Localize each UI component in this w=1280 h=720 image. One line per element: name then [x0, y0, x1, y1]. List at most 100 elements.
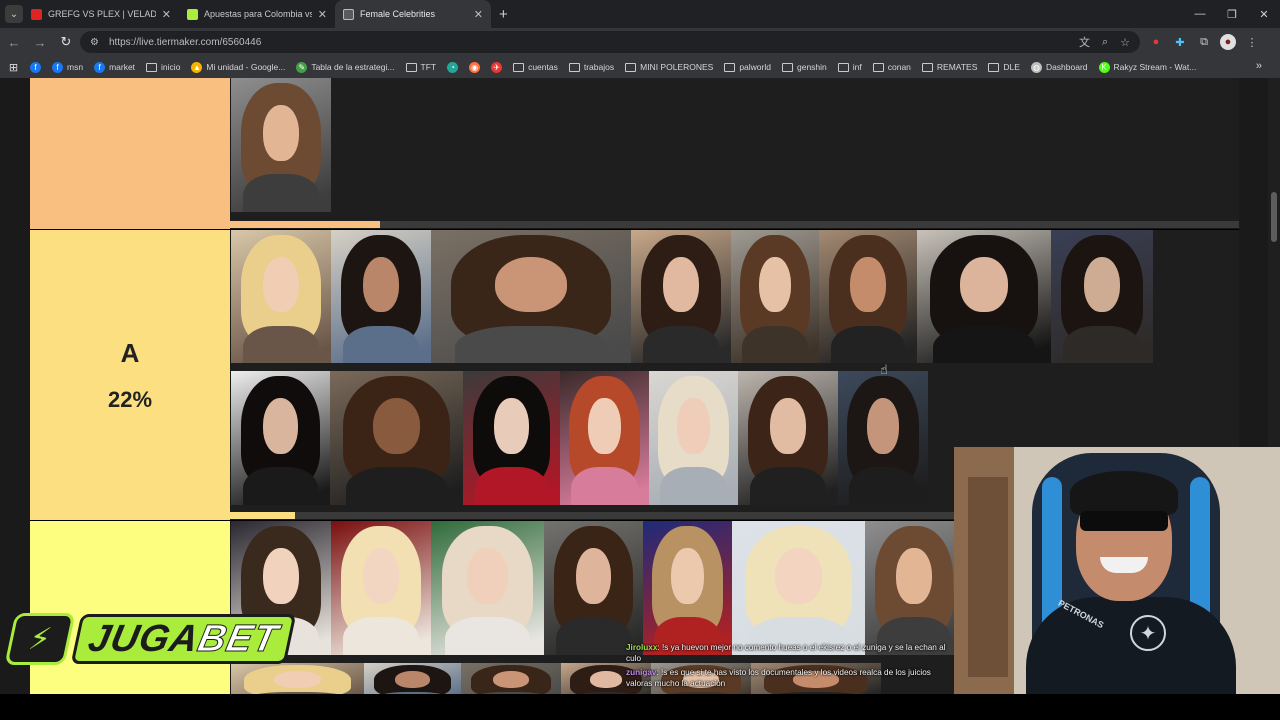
tft-icon: ◔	[447, 61, 459, 73]
celebrity-photo[interactable]	[631, 230, 731, 363]
celebrity-photo[interactable]	[330, 371, 463, 505]
record-extension-icon[interactable]: ●	[1148, 34, 1164, 50]
celebrity-photo[interactable]	[560, 371, 649, 505]
site-info-icon[interactable]: ⚙	[90, 37, 99, 48]
tab-title: Female Celebrities	[360, 9, 436, 19]
tab-1[interactable]: Apuestas para Colombia vs Francia ✕	[179, 0, 335, 28]
menu-icon[interactable]: ⋮	[1244, 34, 1260, 50]
celebrity-photo[interactable]	[231, 78, 331, 212]
bookmark-item[interactable]: ✈	[491, 61, 503, 73]
bookmarks-bar: ⊞ f f msn f market inicio ▲ Mi unidad - Google.…	[0, 56, 1280, 78]
celebrity-photo[interactable]	[731, 230, 819, 363]
tampermonkey-icon[interactable]: ✚	[1172, 34, 1188, 50]
minimize-icon[interactable]: —	[1184, 0, 1216, 28]
scrollbar-thumb[interactable]	[1271, 192, 1277, 242]
bookmark-item[interactable]: f	[30, 61, 41, 73]
folder-icon	[568, 62, 580, 72]
orange-app-icon: ◉	[469, 61, 481, 73]
bookmark-item[interactable]: ◉	[469, 61, 481, 73]
scrollbar-thumb[interactable]	[230, 221, 380, 228]
tier-label[interactable]: A 22%	[30, 230, 230, 520]
close-icon[interactable]: ✕	[474, 8, 483, 21]
restore-icon[interactable]: ❐	[1216, 0, 1248, 28]
celebrity-photo[interactable]	[331, 230, 431, 363]
bookmark-label: cuentas	[528, 62, 558, 72]
address-bar[interactable]: ⚙ https://live.tiermaker.com/6560446 文 ⌕…	[80, 31, 1140, 53]
tab-title: GREFG VS PLEX | VELADA DEL AÑO	[48, 9, 156, 19]
bookmark-item[interactable]: conan	[872, 62, 911, 72]
celebrity-photo[interactable]	[1051, 230, 1153, 363]
facebook-icon: f	[52, 61, 63, 73]
tier-label[interactable]	[30, 521, 230, 694]
bookmark-item[interactable]: TFT	[405, 62, 436, 72]
celebrity-photo[interactable]	[865, 521, 963, 655]
close-icon[interactable]: ✕	[318, 8, 327, 21]
celebrity-photo[interactable]	[431, 230, 631, 363]
celebrity-photo[interactable]	[738, 371, 838, 505]
tier-scrollbar[interactable]	[230, 221, 1239, 228]
close-icon[interactable]: ✕	[162, 8, 171, 21]
bookmark-item[interactable]: inicio	[146, 62, 180, 72]
bookmark-item[interactable]: f market	[94, 61, 136, 73]
celebrity-photo[interactable]	[461, 663, 561, 694]
bookmark-label: Tabla de la estrategi...	[311, 62, 395, 72]
celebrity-photo[interactable]	[231, 230, 331, 363]
celebrity-photo[interactable]	[643, 521, 732, 655]
tier-percent: 22%	[107, 386, 153, 412]
bookmark-item[interactable]: ◍ Dashboard	[1030, 61, 1088, 73]
folder-icon	[837, 62, 849, 72]
chevron-right-icon[interactable]: »	[1256, 60, 1262, 72]
celebrity-photo[interactable]	[838, 371, 928, 505]
bookmark-item[interactable]: REMATES	[921, 62, 977, 72]
bookmark-item[interactable]: f msn	[52, 61, 83, 73]
folder-icon	[724, 62, 736, 72]
brand-left: JUGA	[84, 617, 204, 660]
celebrity-photo[interactable]	[431, 521, 544, 655]
celebrity-photo[interactable]	[917, 230, 1051, 363]
bookmark-item[interactable]: cuentas	[513, 62, 558, 72]
tab-2[interactable]: Female Celebrities ✕	[335, 0, 491, 28]
celebrity-photo[interactable]	[231, 371, 330, 505]
scrollbar-thumb[interactable]	[230, 512, 295, 519]
folder-icon	[625, 62, 637, 72]
zoom-icon[interactable]: ⌕	[1102, 36, 1108, 49]
bookmark-label: inicio	[161, 62, 181, 72]
celebrity-photo[interactable]	[544, 521, 643, 655]
forward-icon[interactable]: →	[28, 30, 52, 54]
celebrity-photo[interactable]	[463, 371, 560, 505]
apps-icon[interactable]: ⊞	[8, 62, 19, 74]
bookmark-item[interactable]: DLE	[988, 62, 1020, 72]
bookmark-item[interactable]: trabajos	[568, 62, 614, 72]
chat-username: zunigav	[626, 668, 657, 677]
bookmark-item[interactable]: genshin	[781, 62, 827, 72]
bookmark-item[interactable]: ◔	[447, 61, 459, 73]
tab-0[interactable]: GREFG VS PLEX | VELADA DEL AÑO ✕	[23, 0, 179, 28]
close-window-icon[interactable]: ✕	[1248, 0, 1280, 28]
bookmark-label: genshin	[796, 62, 827, 72]
bookmark-item[interactable]: K Rakyz Stream - Wat...	[1098, 61, 1196, 73]
puzzle-icon[interactable]: ⧉	[1196, 34, 1212, 50]
bookmark-item[interactable]: MINI POLERONES	[625, 62, 713, 72]
tier-label[interactable]	[30, 78, 230, 229]
avatar[interactable]: ●	[1220, 34, 1236, 50]
hand-cursor-icon: ☝	[880, 362, 888, 377]
bookmark-item[interactable]: inf	[837, 62, 862, 72]
folder-icon	[513, 62, 525, 72]
back-icon[interactable]: ←	[2, 30, 26, 54]
celebrity-photo[interactable]	[649, 371, 738, 505]
celebrity-photo[interactable]	[364, 663, 461, 694]
translate-icon[interactable]: 文	[1079, 34, 1090, 50]
celebrity-photo[interactable]	[231, 663, 364, 694]
new-tab-button[interactable]: +	[499, 6, 508, 23]
bookmark-item[interactable]: palworld	[724, 62, 771, 72]
tab-search-icon[interactable]: ⌄	[5, 5, 23, 23]
celebrity-photo[interactable]	[819, 230, 917, 363]
bookmark-label: market	[109, 62, 136, 72]
url-text[interactable]: https://live.tiermaker.com/6560446	[109, 37, 1067, 48]
celebrity-photo[interactable]	[732, 521, 865, 655]
bookmark-item[interactable]: ▲ Mi unidad - Google...	[191, 61, 285, 73]
celebrity-photo[interactable]	[331, 521, 431, 655]
bookmark-item[interactable]: ✎ Tabla de la estrategi...	[296, 61, 395, 73]
reload-icon[interactable]: ↻	[54, 30, 78, 54]
star-icon[interactable]: ☆	[1120, 36, 1130, 49]
